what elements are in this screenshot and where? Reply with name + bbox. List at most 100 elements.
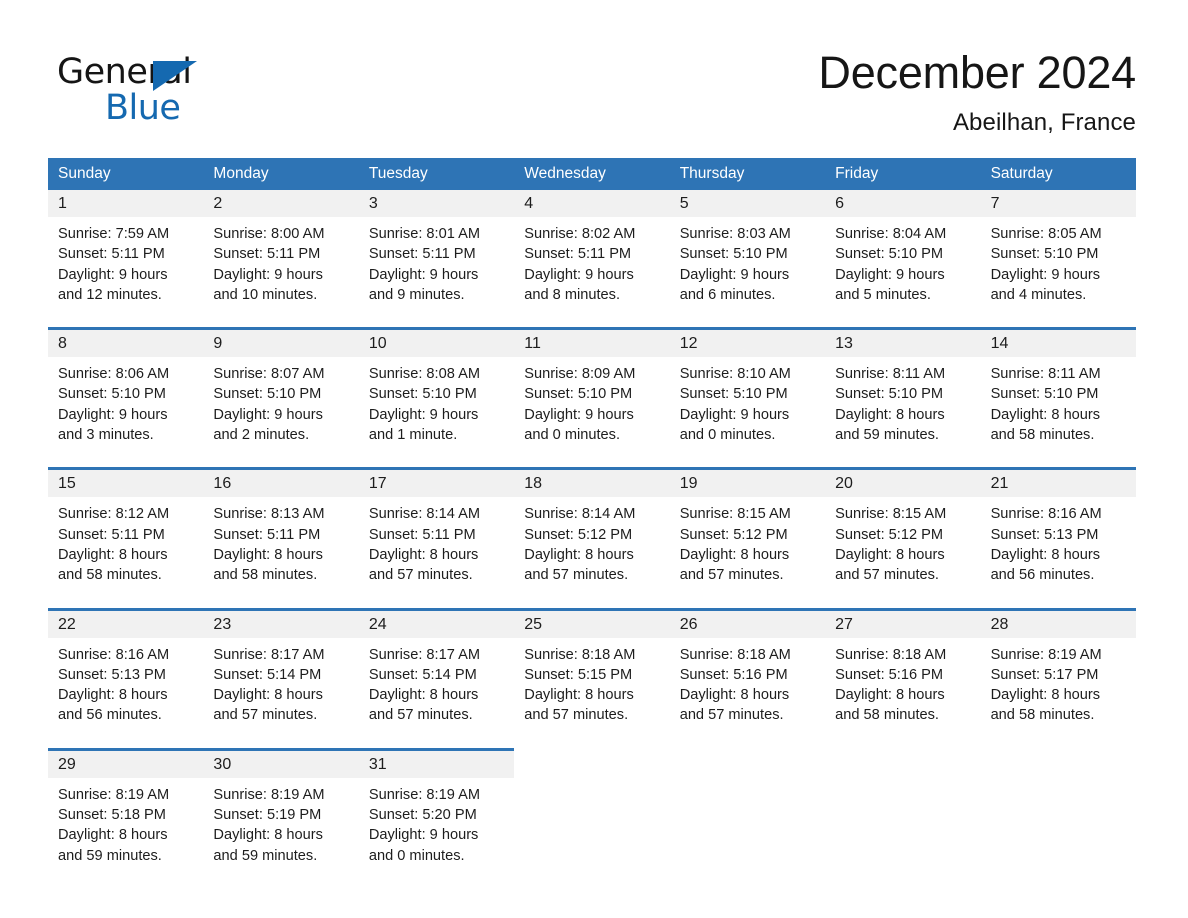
calendar-day-cell[interactable]: 31 Sunrise: 8:19 AM Sunset: 5:20 PM Dayligh… bbox=[358, 750, 515, 866]
weekday-header-wednesday: Wednesday bbox=[524, 165, 606, 182]
day-number-band: 28 bbox=[980, 610, 1136, 638]
calendar-day-cell[interactable]: 20 Sunrise: 8:15 AM Sunset: 5:12 PM Dayligh… bbox=[825, 470, 981, 586]
calendar-day-cell[interactable]: 5 Sunrise: 8:03 AM Sunset: 5:10 PM Daylight… bbox=[669, 190, 826, 306]
day-details: Sunrise: 8:03 AM Sunset: 5:10 PM Daylight:… bbox=[670, 217, 825, 305]
calendar-day-cell[interactable]: 25 Sunrise: 8:18 AM Sunset: 5:15 PM Dayligh… bbox=[514, 610, 670, 726]
sunset-text: Sunset: 5:19 PM bbox=[213, 807, 322, 824]
daylight-text: Daylight: 9 hours bbox=[835, 266, 945, 283]
calendar-day-cell[interactable]: 11 Sunrise: 8:09 AM Sunset: 5:10 PM Dayligh… bbox=[514, 330, 670, 446]
day-number-band: 8 bbox=[48, 330, 204, 358]
calendar-day-cell[interactable]: 8 Sunrise: 8:06 AM Sunset: 5:10 PM Daylight… bbox=[48, 330, 204, 446]
calendar-day-cell[interactable]: 24 Sunrise: 8:17 AM Sunset: 5:14 PM Dayligh… bbox=[358, 610, 515, 726]
week-grid: 1 Sunrise: 7:59 AM Sunset: 5:11 PM Daylight… bbox=[48, 190, 1136, 306]
calendar-day-cell[interactable]: 22 Sunrise: 8:16 AM Sunset: 5:13 PM Dayligh… bbox=[48, 610, 204, 726]
sunrise-text: Sunrise: 8:01 AM bbox=[368, 226, 480, 242]
calendar-day-cell[interactable]: 14 Sunrise: 8:11 AM Sunset: 5:10 PM Dayligh… bbox=[980, 330, 1136, 446]
sunset-text: Sunset: 5:10 PM bbox=[990, 386, 1099, 403]
calendar-day-cell[interactable]: 18 Sunrise: 8:14 AM Sunset: 5:12 PM Dayligh… bbox=[514, 470, 670, 586]
daylight-text: and 58 minutes. bbox=[835, 707, 939, 724]
sunset-text: Sunset: 5:12 PM bbox=[835, 526, 944, 543]
day-number-band: 3 bbox=[358, 190, 515, 217]
daylight-text: and 58 minutes. bbox=[58, 567, 162, 584]
daylight-text: Daylight: 8 hours bbox=[679, 687, 790, 704]
day-details: Sunrise: 8:15 AM Sunset: 5:12 PM Daylight:… bbox=[670, 497, 825, 585]
daylight-text: Daylight: 8 hours bbox=[990, 406, 1101, 423]
sunset-text: Sunset: 5:10 PM bbox=[835, 246, 944, 263]
day-number-band: 20 bbox=[825, 470, 981, 498]
calendar-day-cell[interactable]: 30 Sunrise: 8:19 AM Sunset: 5:19 PM Dayligh… bbox=[203, 750, 359, 866]
daylight-text: and 3 minutes. bbox=[58, 427, 154, 444]
calendar-week-row: 1 Sunrise: 7:59 AM Sunset: 5:11 PM Daylight… bbox=[48, 190, 1136, 306]
day-details: Sunrise: 8:10 AM Sunset: 5:10 PM Daylight:… bbox=[670, 357, 825, 445]
calendar-day-cell[interactable]: 9 Sunrise: 8:07 AM Sunset: 5:10 PM Daylight… bbox=[203, 330, 359, 446]
calendar-day-cell[interactable]: 6 Sunrise: 8:04 AM Sunset: 5:10 PM Daylight… bbox=[825, 190, 981, 306]
day-number-band: 24 bbox=[358, 610, 515, 638]
sunrise-text: Sunrise: 8:06 AM bbox=[58, 366, 170, 383]
day-number-band: 23 bbox=[203, 610, 359, 638]
sunset-text: Sunset: 5:20 PM bbox=[368, 807, 477, 824]
day-number-band bbox=[825, 750, 981, 778]
day-details: Sunrise: 8:07 AM Sunset: 5:10 PM Daylight:… bbox=[203, 357, 358, 445]
sunset-text: Sunset: 5:10 PM bbox=[679, 386, 788, 403]
calendar-day-cell[interactable]: 4 Sunrise: 8:02 AM Sunset: 5:11 PM Daylight… bbox=[514, 190, 670, 306]
calendar-day-cell[interactable]: 7 Sunrise: 8:05 AM Sunset: 5:10 PM Daylight… bbox=[980, 190, 1136, 306]
day-details: Sunrise: 8:19 AM Sunset: 5:18 PM Daylight:… bbox=[48, 778, 203, 866]
calendar-page: General Blue December 2024 Abeilhan, Fra… bbox=[0, 0, 1188, 918]
sunrise-text: Sunrise: 8:13 AM bbox=[213, 506, 325, 523]
day-number: 9 bbox=[213, 335, 223, 353]
day-details bbox=[514, 778, 669, 785]
week-grid: 29 Sunrise: 8:19 AM Sunset: 5:18 PM Dayligh… bbox=[48, 750, 1136, 866]
calendar-weeks: 1 Sunrise: 7:59 AM Sunset: 5:11 PM Daylight… bbox=[48, 190, 1136, 866]
calendar-day-cell[interactable]: 13 Sunrise: 8:11 AM Sunset: 5:10 PM Dayligh… bbox=[825, 330, 981, 446]
page-title: December 2024 bbox=[818, 47, 1136, 98]
daylight-text: Daylight: 8 hours bbox=[368, 546, 479, 563]
sunset-text: Sunset: 5:12 PM bbox=[679, 526, 788, 543]
calendar-day-cell[interactable]: 29 Sunrise: 8:19 AM Sunset: 5:18 PM Dayligh… bbox=[48, 750, 204, 866]
calendar-week-row: 22 Sunrise: 8:16 AM Sunset: 5:13 PM Dayligh… bbox=[48, 586, 1136, 726]
calendar-day-cell[interactable]: 2 Sunrise: 8:00 AM Sunset: 5:11 PM Daylight… bbox=[203, 190, 359, 306]
calendar-empty-cell bbox=[825, 750, 981, 866]
sunset-text: Sunset: 5:14 PM bbox=[213, 666, 322, 683]
daylight-text: and 58 minutes. bbox=[213, 567, 318, 584]
calendar-day-cell[interactable]: 27 Sunrise: 8:18 AM Sunset: 5:16 PM Dayligh… bbox=[825, 610, 981, 726]
daylight-text: and 56 minutes. bbox=[58, 707, 162, 724]
daylight-text: Daylight: 9 hours bbox=[213, 266, 323, 283]
day-details: Sunrise: 7:59 AM Sunset: 5:11 PM Daylight:… bbox=[48, 217, 203, 305]
day-number-band: 1 bbox=[48, 190, 204, 217]
day-details: Sunrise: 8:08 AM Sunset: 5:10 PM Daylight:… bbox=[359, 357, 514, 445]
day-number-band: 27 bbox=[825, 610, 981, 638]
daylight-text: Daylight: 9 hours bbox=[368, 266, 479, 283]
sunrise-text: Sunrise: 8:16 AM bbox=[58, 646, 170, 663]
sunrise-text: Sunrise: 8:00 AM bbox=[213, 226, 325, 242]
weekday-header-thursday: Thursday bbox=[679, 165, 745, 182]
sunset-text: Sunset: 5:11 PM bbox=[58, 526, 165, 543]
sunrise-text: Sunrise: 8:11 AM bbox=[835, 366, 946, 383]
day-details: Sunrise: 8:19 AM Sunset: 5:19 PM Daylight:… bbox=[203, 778, 358, 866]
calendar-day-cell[interactable]: 16 Sunrise: 8:13 AM Sunset: 5:11 PM Dayligh… bbox=[203, 470, 359, 586]
calendar-day-cell[interactable]: 19 Sunrise: 8:15 AM Sunset: 5:12 PM Dayligh… bbox=[669, 470, 826, 586]
week-spacer bbox=[48, 305, 1136, 327]
calendar-day-cell[interactable]: 28 Sunrise: 8:19 AM Sunset: 5:17 PM Dayligh… bbox=[980, 610, 1136, 726]
day-number-band: 7 bbox=[980, 190, 1136, 217]
calendar-week-row: 8 Sunrise: 8:06 AM Sunset: 5:10 PM Daylight… bbox=[48, 305, 1136, 446]
calendar-day-cell[interactable]: 1 Sunrise: 7:59 AM Sunset: 5:11 PM Daylight… bbox=[48, 190, 204, 306]
daylight-text: Daylight: 9 hours bbox=[368, 406, 479, 423]
day-number-band: 25 bbox=[514, 610, 670, 638]
calendar-day-cell[interactable]: 3 Sunrise: 8:01 AM Sunset: 5:11 PM Daylight… bbox=[358, 190, 515, 306]
calendar-day-cell[interactable]: 12 Sunrise: 8:10 AM Sunset: 5:10 PM Dayligh… bbox=[669, 330, 826, 446]
day-number-band: 17 bbox=[358, 470, 515, 498]
daylight-text: Daylight: 8 hours bbox=[368, 687, 479, 704]
calendar-day-cell[interactable]: 10 Sunrise: 8:08 AM Sunset: 5:10 PM Dayligh… bbox=[358, 330, 515, 446]
daylight-text: and 2 minutes. bbox=[213, 427, 310, 444]
calendar-week-row: 29 Sunrise: 8:19 AM Sunset: 5:18 PM Dayligh… bbox=[48, 726, 1136, 866]
day-number-band: 10 bbox=[358, 330, 515, 358]
logo-text-blue: Blue bbox=[105, 88, 181, 128]
calendar-day-cell[interactable]: 23 Sunrise: 8:17 AM Sunset: 5:14 PM Dayligh… bbox=[203, 610, 359, 726]
calendar-day-cell[interactable]: 26 Sunrise: 8:18 AM Sunset: 5:16 PM Dayligh… bbox=[669, 610, 826, 726]
calendar-day-cell[interactable]: 17 Sunrise: 8:14 AM Sunset: 5:11 PM Dayligh… bbox=[358, 470, 515, 586]
day-details: Sunrise: 8:17 AM Sunset: 5:14 PM Daylight:… bbox=[359, 638, 514, 726]
calendar-day-cell[interactable]: 21 Sunrise: 8:16 AM Sunset: 5:13 PM Dayligh… bbox=[980, 470, 1136, 586]
calendar-day-cell[interactable]: 15 Sunrise: 8:12 AM Sunset: 5:11 PM Dayligh… bbox=[48, 470, 204, 586]
day-number-band: 15 bbox=[48, 470, 204, 498]
day-details: Sunrise: 8:13 AM Sunset: 5:11 PM Daylight:… bbox=[203, 497, 358, 585]
